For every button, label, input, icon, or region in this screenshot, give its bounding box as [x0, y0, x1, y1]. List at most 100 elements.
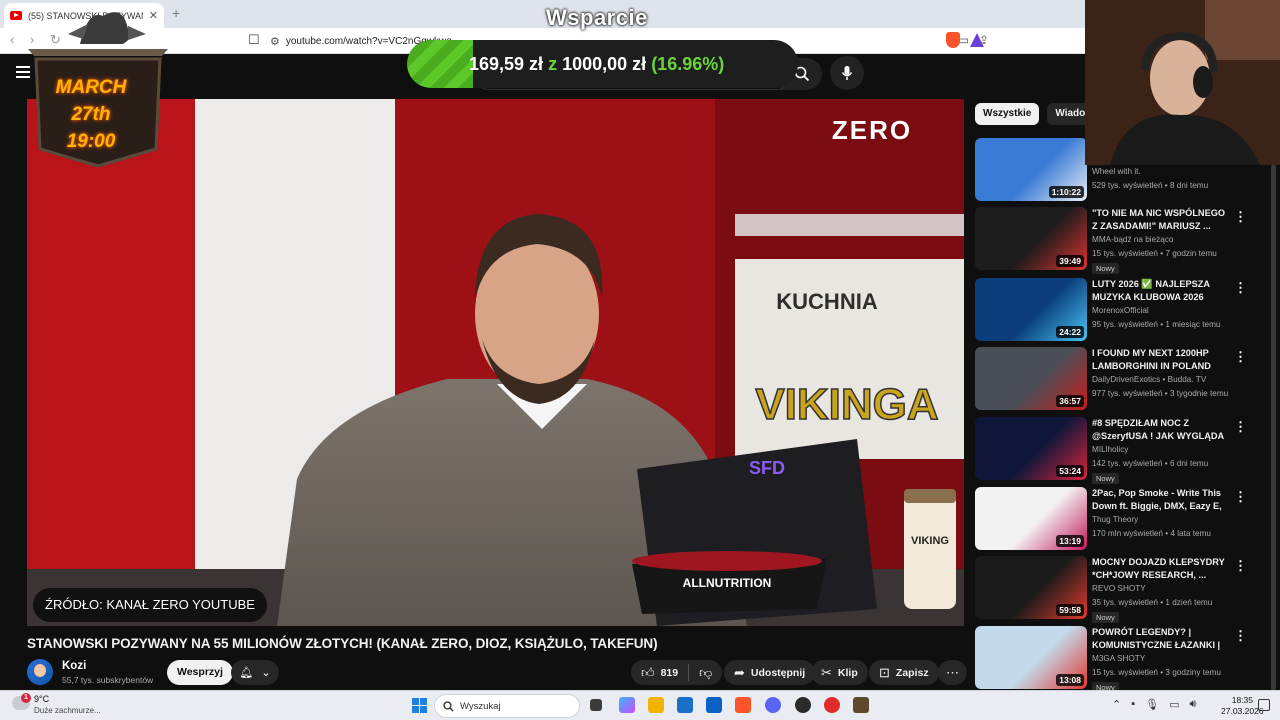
recommendation-item[interactable]: 24:22 LUTY 2026 ✅ NAJLEPSZA MUZYKA KLUBOW… [975, 278, 1265, 342]
taskbar-search[interactable]: Wyszukaj [434, 694, 580, 718]
brave-browser-icon[interactable] [735, 697, 751, 713]
more-options-icon[interactable]: ⋮ [1234, 628, 1247, 644]
more-actions-button[interactable]: ⋯ [938, 660, 967, 685]
recommendation-channel[interactable]: Thug Theory [1092, 515, 1138, 524]
recommendation-item[interactable]: 53:24 #8 SPĘDZIŁAM NOC Z @SzeryfUSA ! JAK… [975, 417, 1265, 484]
source-caption: ŹRÓDŁO: KANAŁ ZERO YOUTUBE [33, 588, 267, 622]
more-options-icon[interactable]: ⋮ [1234, 280, 1247, 296]
scene-sign: VIKINGA [755, 380, 938, 429]
recommendation-thumbnail[interactable]: 1:10:22 [975, 138, 1087, 201]
tray-network-icon[interactable]: ▭ [1169, 698, 1179, 711]
more-options-icon[interactable]: ⋮ [1234, 419, 1247, 435]
clip-button[interactable]: ✂ Klip [811, 660, 868, 685]
file-explorer-icon[interactable] [648, 697, 664, 713]
video-duration: 24:22 [1056, 326, 1084, 338]
event-date: MARCH 27th 19:00 [36, 74, 146, 155]
tray-chevron-icon[interactable]: ⌃ [1112, 698, 1121, 711]
tray-volume-icon[interactable]: 🔊︎ [1190, 698, 1197, 711]
voice-search-button[interactable] [830, 56, 864, 90]
recommendation-item[interactable]: 36:57 I FOUND MY NEXT 1200HP LAMBORGHINI … [975, 347, 1265, 411]
recommendation-thumbnail[interactable]: 59:58 [975, 556, 1087, 619]
video-player[interactable]: KUCHNIA VIKINGA ZERO SFD ALLNUTRITION VI… [27, 99, 964, 626]
recommendation-item[interactable]: 13:19 2Pac, Pop Smoke - Write This Down f… [975, 487, 1265, 551]
recommendation-item[interactable]: 13:08 POWRÓT LEGENDY? | KOMUNISTYCZNE ŁAZ… [975, 626, 1265, 693]
more-options-icon[interactable]: ⋮ [1234, 558, 1247, 574]
scissors-icon: ✂ [821, 664, 832, 680]
tray-app-icon[interactable]: ▪ [1131, 698, 1135, 711]
obs-icon[interactable] [795, 697, 811, 713]
chevron-down-icon: ⌄ [261, 667, 271, 679]
recommendation-thumbnail[interactable]: 36:57 [975, 347, 1087, 410]
recommendation-thumbnail[interactable]: 53:24 [975, 417, 1087, 480]
app-game-icon[interactable] [853, 697, 869, 713]
store-icon[interactable] [677, 697, 693, 713]
brave-rewards-icon[interactable] [970, 33, 984, 47]
recommendation-thumbnail[interactable]: 24:22 [975, 278, 1087, 341]
recommendation-thumbnail[interactable]: 13:08 [975, 626, 1087, 689]
recommendation-thumbnail[interactable]: 39:49 [975, 207, 1087, 270]
support-button[interactable]: Wesprzyj [167, 660, 233, 685]
task-view-icon[interactable] [590, 699, 602, 711]
share-arrow-icon: ➦ [734, 664, 745, 680]
outlook-icon[interactable] [706, 697, 722, 713]
clock[interactable]: 18:35 27.03.2026 [1221, 695, 1264, 717]
recommendation-title[interactable]: MOCNY DOJAZD KLEPSYDRY *CH*JOWY RESEARCH… [1092, 556, 1227, 582]
recommendation-channel[interactable]: REVO SHOTY [1092, 584, 1146, 593]
video-duration: 39:49 [1056, 255, 1084, 267]
like-dislike-group: 👍︎ 819 👎︎ [631, 660, 723, 685]
windows-taskbar: 1 9°C Duże zachmurze... Wyszukaj ⌃ ▪ 🎙︎ … [0, 690, 1280, 720]
recommendation-title[interactable]: #8 SPĘDZIŁAM NOC Z @SzeryfUSA ! JAK WYGL… [1092, 417, 1227, 443]
dislike-icon[interactable]: 👎︎ [699, 665, 712, 681]
back-icon[interactable]: ‹ [10, 32, 14, 47]
channel-avatar[interactable] [27, 659, 53, 685]
app-red-icon[interactable] [824, 697, 840, 713]
share-button[interactable]: ➦ Udostępnij [724, 660, 816, 685]
discord-icon[interactable] [765, 697, 781, 713]
copilot-icon[interactable] [619, 697, 635, 713]
like-icon[interactable]: 👍︎ [641, 665, 655, 681]
bell-icon: 🔔︎ [239, 667, 254, 679]
recommendation-channel[interactable]: DailyDrivenExotics • Budda. TV [1092, 375, 1206, 384]
channel-name[interactable]: Kozi [62, 660, 86, 672]
clock-date: 27.03.2026 [1221, 706, 1264, 716]
video-duration: 36:57 [1056, 395, 1084, 407]
recommendation-channel[interactable]: MMA-bądź na bieżąco [1092, 235, 1173, 244]
notifications-button[interactable]: 🔔︎ ⌄ [231, 660, 279, 685]
recommendation-channel[interactable]: MILlholicy [1092, 445, 1128, 454]
recommendation-title[interactable]: LUTY 2026 ✅ NAJLEPSZA MUZYKA KLUBOWA 202… [1092, 278, 1227, 304]
site-settings-icon[interactable]: ⚙ [270, 35, 280, 48]
scrollbar[interactable] [1271, 165, 1276, 690]
recommendation-title[interactable]: POWRÓT LEGENDY? | KOMUNISTYCZNE ŁAZANKI … [1092, 626, 1227, 652]
clip-label: Klip [837, 666, 858, 679]
temperature[interactable]: 9°C [34, 694, 49, 704]
start-button[interactable] [412, 698, 427, 713]
recommendation-item[interactable]: 39:49 "TO NIE MA NIC WSPÓLNEGO Z ZASADAMI… [975, 207, 1265, 274]
recommendation-title[interactable]: I FOUND MY NEXT 1200HP LAMBORGHINI IN PO… [1092, 347, 1227, 373]
system-tray: ⌃ ▪ 🎙︎ ▭ 🔊︎ [1112, 698, 1196, 711]
recommendation-item[interactable]: 59:58 MOCNY DOJAZD KLEPSYDRY *CH*JOWY RES… [975, 556, 1265, 623]
microphone-icon [841, 66, 853, 80]
like-count[interactable]: 819 [661, 667, 679, 679]
recommendation-thumbnail[interactable]: 13:19 [975, 487, 1087, 550]
recommendation-meta: 35 tys. wyświetleń • 1 dzień temu [1092, 598, 1213, 607]
save-button[interactable]: ⊡ Zapisz [869, 660, 939, 685]
recommendation-title[interactable]: 2Pac, Pop Smoke - Write This Down ft. Bi… [1092, 487, 1227, 513]
recommendation-channel[interactable]: Wheel with it. [1092, 167, 1141, 176]
video-duration: 13:19 [1056, 535, 1084, 547]
bookmark-icon[interactable]: ☐ [248, 32, 260, 48]
brave-shields-icon[interactable] [946, 32, 960, 48]
new-tab-icon[interactable]: + [172, 5, 180, 21]
youtube-favicon-icon [10, 11, 22, 20]
tray-mic-icon[interactable]: 🎙︎ [1145, 698, 1159, 711]
chip-all[interactable]: Wszystkie [975, 103, 1040, 125]
more-options-icon[interactable]: ⋮ [1234, 209, 1247, 225]
weather-description[interactable]: Duże zachmurze... [34, 706, 101, 715]
donation-goal: 1000,00 zł [562, 54, 647, 74]
recommendation-title[interactable]: "TO NIE MA NIC WSPÓLNEGO Z ZASADAMI!" MA… [1092, 207, 1227, 233]
donation-percent: (16.96%) [651, 54, 725, 74]
recommendation-channel[interactable]: MorenoxOfficial [1092, 306, 1149, 315]
notifications-icon[interactable] [1258, 699, 1270, 711]
recommendation-channel[interactable]: M3GA SHOTY [1092, 654, 1145, 663]
more-options-icon[interactable]: ⋮ [1234, 349, 1247, 365]
more-options-icon[interactable]: ⋮ [1234, 489, 1247, 505]
